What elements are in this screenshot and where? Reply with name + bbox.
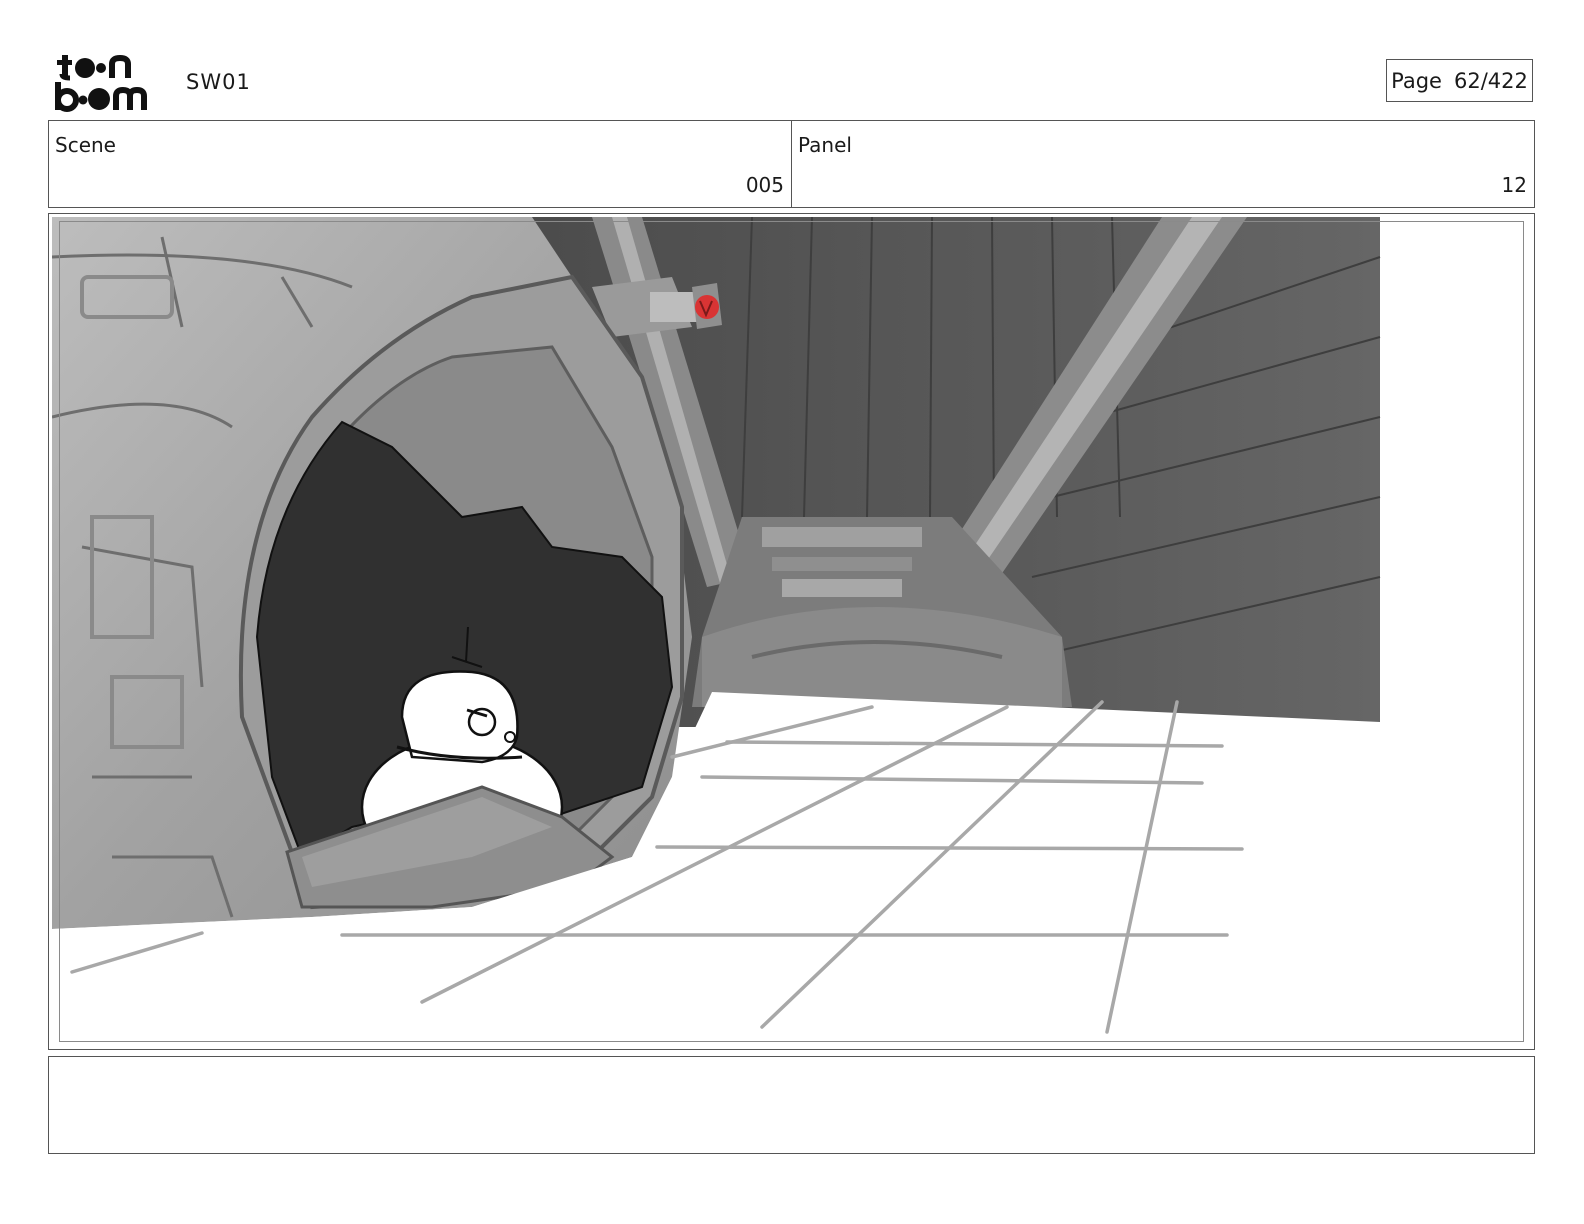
storyboard-panel-image (52, 217, 1381, 1042)
scene-number: 005 (745, 173, 784, 197)
page-indicator: Page 62/422 (1386, 59, 1533, 102)
page-label: Page (1391, 68, 1442, 93)
scene-panel-info: Scene 005 Panel 12 (48, 120, 1535, 208)
toon-boom-logo (55, 54, 147, 112)
panel-label: Panel (798, 133, 852, 157)
page-number: 62/422 (1453, 68, 1528, 93)
scene-cell: Scene 005 (49, 121, 791, 207)
dialogue-notes-box (48, 1056, 1535, 1154)
panel-number: 12 (1501, 173, 1527, 197)
panel-cell: Panel 12 (791, 121, 1534, 207)
project-name: SW01 (186, 70, 251, 94)
scene-label: Scene (55, 133, 116, 157)
